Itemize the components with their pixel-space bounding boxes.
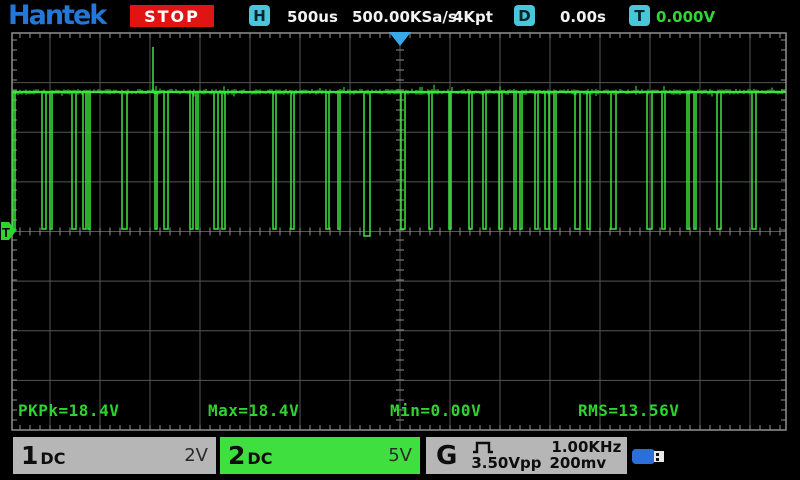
hantek-logo: Hantek [8, 0, 107, 31]
channel2-waveform [12, 47, 786, 237]
run-stop-button[interactable]: STOP [130, 5, 214, 27]
channel2-coupling: DC [247, 448, 273, 468]
measurement-pkpk: PKPk=18.4V [18, 401, 120, 420]
generator-box[interactable]: G 1.00KHz 3.50Vpp 200mv [426, 437, 627, 474]
measurement-max: Max=18.4V [208, 401, 300, 420]
memory-depth-value: 4Kpt [453, 8, 493, 26]
trigger-position-marker[interactable] [389, 32, 411, 46]
trigger-badge-icon[interactable]: T [629, 5, 650, 26]
oscilloscope-screen: T Hantek STOP H 500us 500.00KSa/s 4Kpt D… [0, 0, 800, 480]
timebase-badge-icon[interactable]: H [249, 5, 270, 26]
channel1-number: 1 [21, 441, 39, 470]
sample-rate-value: 500.00KSa/s [352, 8, 457, 26]
channel2-scale: 5V [388, 445, 412, 466]
channel1-box[interactable]: 1 DC 2V [13, 437, 216, 474]
generator-frequency: 1.00KHz [551, 438, 622, 456]
trigger-level-value: 0.000V [656, 8, 716, 26]
channel2-box[interactable]: 2 DC 5V [220, 437, 420, 474]
timebase-value: 500us [287, 8, 338, 26]
measurement-rms: RMS=13.56V [578, 401, 680, 420]
delay-badge-icon[interactable]: D [514, 5, 535, 26]
delay-value: 0.00s [560, 8, 606, 26]
generator-offset: 200mv [549, 454, 607, 473]
svg-text:T: T [2, 225, 10, 240]
channel2-number: 2 [228, 441, 246, 470]
generator-amplitude: 3.50Vpp [471, 454, 542, 473]
channel1-scale: 2V [184, 445, 208, 466]
generator-label: G [436, 440, 458, 471]
square-wave-icon [473, 442, 494, 454]
usb-icon [632, 449, 664, 464]
channel1-coupling: DC [40, 448, 66, 468]
measurement-min: Min=0.00V [390, 401, 482, 420]
